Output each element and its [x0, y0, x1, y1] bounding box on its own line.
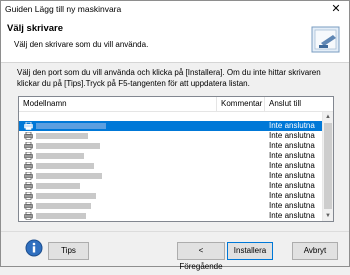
printer-icon	[24, 212, 33, 220]
port-status: Inte anslutna	[269, 171, 315, 180]
port-status: Inte anslutna	[269, 151, 315, 160]
table-row[interactable]: Inte anslutna	[19, 181, 322, 191]
table-row[interactable]: Inte anslutna	[19, 141, 322, 151]
scroll-down-arrow-icon[interactable]: ▼	[323, 211, 333, 221]
redacted-model-name	[36, 183, 80, 189]
redacted-model-name	[36, 203, 91, 209]
redacted-model-name	[36, 173, 102, 179]
table-row[interactable]: Inte anslutna	[19, 211, 322, 221]
page-title: Välj skrivare	[7, 23, 63, 34]
instruction-text: Välj den port som du vill använda och kl…	[17, 68, 321, 88]
column-comment[interactable]: Kommentar	[216, 97, 264, 111]
port-status: Inte anslutna	[269, 181, 315, 190]
back-button[interactable]: < Föregående	[177, 242, 225, 271]
table-row[interactable]: Inte anslutna	[19, 131, 322, 141]
printer-icon	[24, 192, 33, 200]
printer-icon	[24, 162, 33, 170]
install-button[interactable]: Installera	[227, 242, 273, 260]
redacted-model-name	[36, 153, 84, 159]
printer-icon	[24, 142, 33, 150]
list-scrollbar[interactable]: ▲ ▼	[322, 112, 333, 221]
redacted-model-name	[36, 133, 88, 139]
help-info-icon	[25, 239, 43, 257]
printer-icon	[24, 202, 33, 210]
list-header: Modellnamn Kommentar Anslut till	[19, 97, 333, 112]
redacted-model-name	[36, 163, 94, 169]
close-button[interactable]: ✕	[323, 1, 349, 18]
port-status: Inte anslutna	[269, 121, 315, 130]
footer-divider	[1, 231, 349, 232]
redacted-model-name	[36, 193, 96, 199]
wizard-printer-icon	[311, 26, 340, 53]
scroll-thumb[interactable]	[324, 123, 332, 209]
printer-icon	[24, 152, 33, 160]
table-row[interactable]: Inte anslutna	[19, 121, 322, 131]
column-port[interactable]: Anslut till	[264, 97, 333, 111]
redacted-model-name	[36, 213, 86, 219]
printer-icon	[24, 122, 33, 130]
table-row[interactable]: Inte anslutna	[19, 171, 322, 181]
table-row[interactable]: Inte anslutna	[19, 201, 322, 211]
column-model-name[interactable]: Modellnamn	[19, 97, 216, 111]
port-status: Inte anslutna	[269, 161, 315, 170]
redacted-model-name	[36, 143, 100, 149]
wizard-header: Välj skrivare Välj den skrivare som du v…	[1, 18, 349, 63]
scroll-up-arrow-icon[interactable]: ▲	[323, 112, 333, 122]
window-title: Guiden Lägg till ny maskinvara	[5, 4, 122, 14]
table-row[interactable]: Inte anslutna	[19, 191, 322, 201]
printer-list[interactable]: Modellnamn Kommentar Anslut till Inte an…	[18, 96, 334, 222]
port-status: Inte anslutna	[269, 201, 315, 210]
tips-button[interactable]: Tips	[48, 242, 89, 260]
redacted-model-name	[36, 123, 106, 129]
wizard-window: Guiden Lägg till ny maskinvara ✕ Välj sk…	[0, 0, 350, 271]
port-status: Inte anslutna	[269, 191, 315, 200]
port-status: Inte anslutna	[269, 131, 315, 140]
title-bar: Guiden Lägg till ny maskinvara ✕	[1, 1, 349, 18]
port-status: Inte anslutna	[269, 141, 315, 150]
table-row[interactable]: Inte anslutna	[19, 151, 322, 161]
page-subtitle: Välj den skrivare som du vill använda.	[14, 40, 149, 49]
table-row[interactable]: Inte anslutna	[19, 161, 322, 171]
port-status: Inte anslutna	[269, 211, 315, 220]
printer-icon	[24, 132, 33, 140]
cancel-button[interactable]: Avbryt	[292, 242, 338, 260]
printer-icon	[24, 172, 33, 180]
printer-icon	[24, 182, 33, 190]
